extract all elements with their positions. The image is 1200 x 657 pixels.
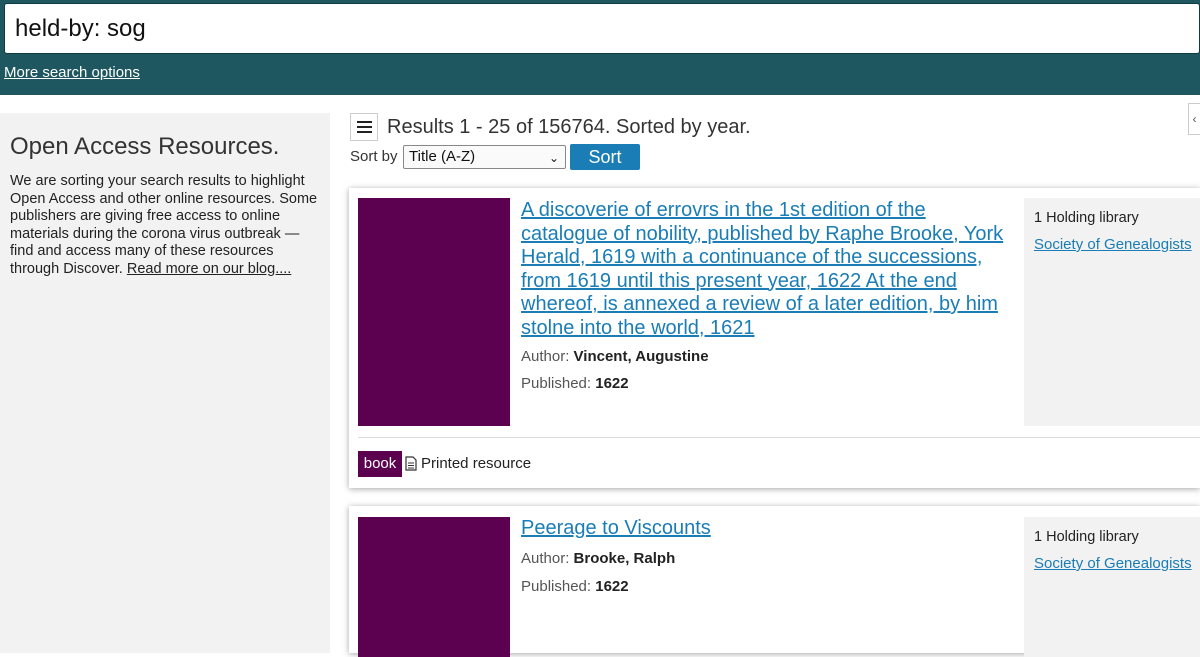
author-value: Brooke, Ralph <box>573 550 676 567</box>
results-summary: Results 1 - 25 of 156764. Sorted by year… <box>387 116 751 138</box>
result-card: A discoverie of errovrs in the 1st editi… <box>349 188 1200 488</box>
result-title-link[interactable]: A discoverie of errovrs in the 1st editi… <box>521 199 1011 340</box>
sort-button[interactable]: Sort <box>570 144 640 170</box>
published-label: Published: <box>521 578 592 595</box>
published-value: 1622 <box>595 375 629 392</box>
document-icon <box>405 456 417 471</box>
book-cover-thumbnail[interactable] <box>358 198 510 426</box>
holding-library-link[interactable]: Society of Genealogists <box>1034 236 1192 253</box>
top-search-bar: held-by: sog More search options <box>0 0 1200 95</box>
published-line: Published: 1622 <box>521 375 629 392</box>
result-card: Peerage to Viscounts Author: Brooke, Ral… <box>349 506 1200 657</box>
author-line: Author: Brooke, Ralph <box>521 550 675 567</box>
author-label: Author: <box>521 550 570 567</box>
holding-count: 1 Holding library <box>1034 210 1139 226</box>
hamburger-menu-icon[interactable] <box>350 113 378 141</box>
sort-selected-value: Title (A-Z) <box>409 148 476 165</box>
card-divider <box>358 437 1200 438</box>
chevron-left-icon[interactable]: ‹ <box>1188 103 1200 135</box>
author-label: Author: <box>521 348 570 365</box>
book-cover-thumbnail[interactable] <box>358 517 510 657</box>
more-search-options-link[interactable]: More search options <box>4 64 140 81</box>
holding-panel: 1 Holding library Society of Genealogist… <box>1024 517 1200 657</box>
sidebar-description: We are sorting your search results to hi… <box>10 173 325 279</box>
search-input[interactable]: held-by: sog <box>4 3 1200 54</box>
holding-library-link[interactable]: Society of Genealogists <box>1034 555 1192 572</box>
sort-label: Sort by <box>350 148 398 165</box>
sort-select[interactable]: Title (A-Z) ⌄ <box>403 145 566 169</box>
format-badge: book <box>358 451 402 477</box>
format-text: Printed resource <box>421 455 532 472</box>
holding-panel: 1 Holding library Society of Genealogist… <box>1024 198 1200 426</box>
holding-count: 1 Holding library <box>1034 529 1139 545</box>
blog-link[interactable]: Read more on our blog.... <box>127 261 291 277</box>
published-value: 1622 <box>595 578 629 595</box>
sidebar-title: Open Access Resources. <box>10 133 280 160</box>
author-line: Author: Vincent, Augustine <box>521 348 709 365</box>
author-value: Vincent, Augustine <box>573 348 709 365</box>
result-title-link[interactable]: Peerage to Viscounts <box>521 517 1011 541</box>
published-label: Published: <box>521 375 592 392</box>
published-line: Published: 1622 <box>521 578 629 595</box>
open-access-sidebar: Open Access Resources. We are sorting yo… <box>0 113 330 653</box>
chevron-down-icon: ⌄ <box>548 151 559 165</box>
